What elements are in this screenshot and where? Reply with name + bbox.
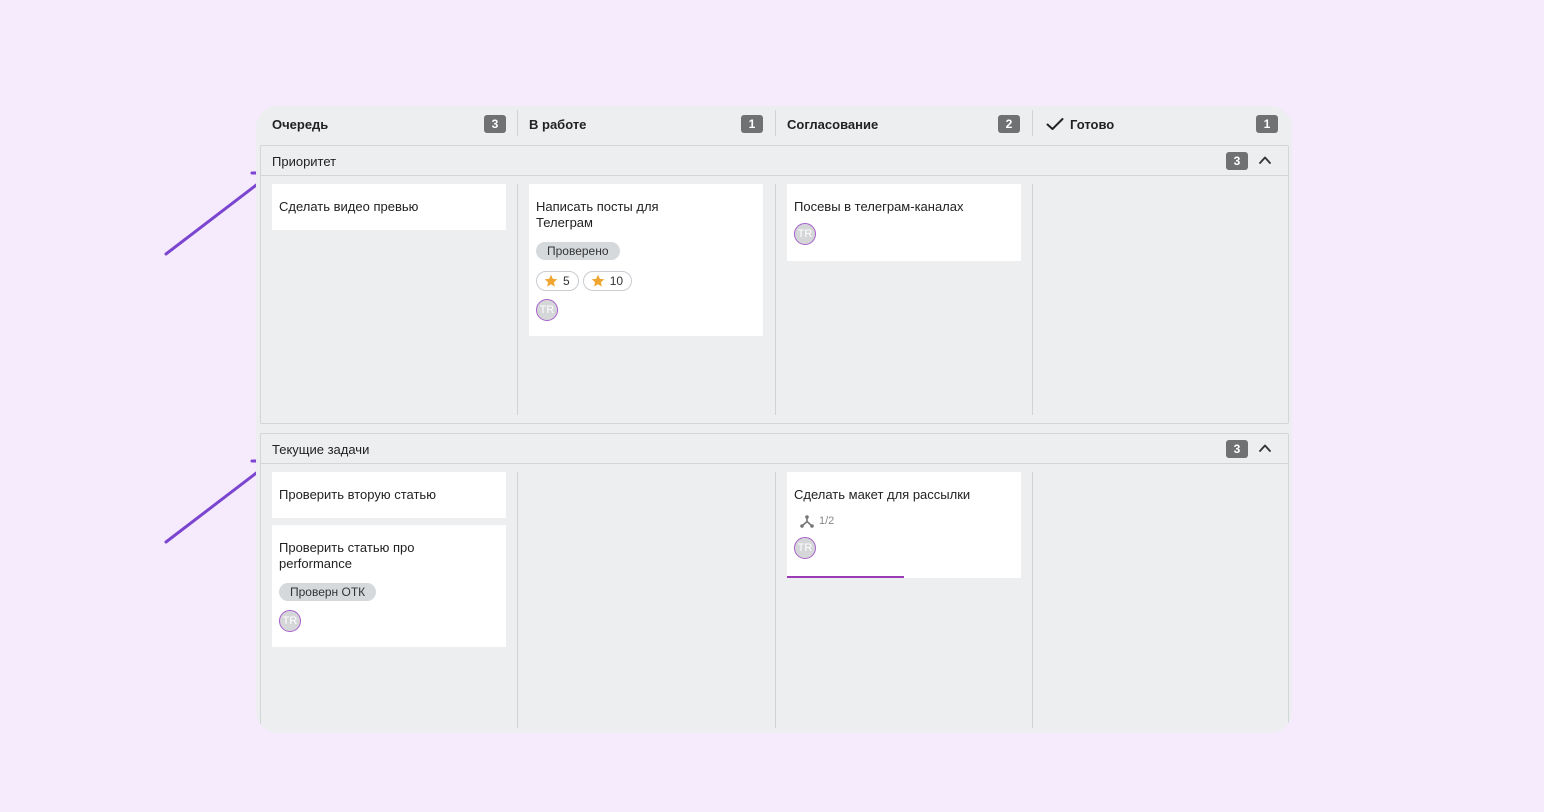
card-tag[interactable]: Проверено [536, 242, 620, 260]
column-divider [1032, 184, 1033, 415]
chevron-up-icon[interactable] [1258, 442, 1272, 454]
column-count-badge: 3 [484, 115, 506, 133]
task-card[interactable]: Проверить вторую статью [272, 472, 506, 518]
rating-value: 10 [609, 274, 624, 288]
card-title: Написать посты для Телеграм [536, 199, 659, 230]
swimlane-header[interactable]: Приоритет 3 [261, 146, 1288, 176]
task-card[interactable]: Сделать видео превью [272, 184, 506, 230]
task-card[interactable]: Проверить статью про performance Проверн… [272, 525, 506, 647]
column-divider [517, 110, 518, 136]
card-ratings: 5 10 [536, 271, 756, 291]
swimlane-title: Приоритет [272, 154, 337, 169]
rating-chip[interactable]: 5 [536, 271, 579, 291]
swimlane-current-tasks: Текущие задачи 3 Проверить вторую статью… [260, 433, 1289, 733]
check-icon [1046, 118, 1064, 130]
task-card[interactable]: Посевы в телеграм-каналах TR [787, 184, 1021, 261]
column-divider [775, 110, 776, 136]
rating-chip[interactable]: 10 [582, 271, 633, 291]
card-title: Посевы в телеграм-каналах [794, 199, 964, 214]
swimlane-count-badge: 3 [1226, 440, 1248, 458]
column-title: Согласование [787, 116, 879, 132]
column-count-badge: 1 [741, 115, 763, 133]
card-tag[interactable]: Проверн ОТК [279, 583, 377, 601]
avatar[interactable]: TR [794, 223, 816, 245]
subtasks-count: 1/2 [819, 515, 835, 527]
subtasks-indicator[interactable]: 1/2 [794, 513, 1014, 529]
swimlane-count-badge: 3 [1226, 152, 1248, 170]
card-progress-bar [787, 576, 904, 578]
column-header-review[interactable]: Согласование [787, 106, 878, 142]
swimlane-header[interactable]: Текущие задачи 3 [261, 434, 1288, 464]
column-title: В работе [529, 116, 587, 132]
column-divider [517, 184, 518, 415]
card-title: Сделать макет для рассылки [794, 487, 971, 502]
column-divider [1032, 110, 1033, 136]
task-card[interactable]: Написать посты для Телеграм Проверено 5 … [529, 184, 763, 336]
star-icon [544, 274, 558, 287]
column-header-queue[interactable]: Очередь [272, 106, 328, 142]
column-title: Готово [1070, 116, 1115, 132]
swimlane-title: Текущие задачи [272, 442, 370, 457]
avatar[interactable]: TR [536, 299, 558, 321]
subtasks-icon [800, 515, 814, 528]
column-divider [775, 472, 776, 728]
column-count-badge: 2 [998, 115, 1020, 133]
card-title: Сделать видео превью [279, 199, 419, 214]
task-card[interactable]: Сделать макет для рассылки 1/2 TR [787, 472, 1021, 578]
card-title: Проверить статью про performance [279, 540, 415, 571]
column-title: Очередь [272, 116, 329, 132]
avatar[interactable]: TR [794, 537, 816, 559]
column-header-done[interactable]: Готово [1046, 106, 1114, 142]
column-divider [1032, 472, 1033, 728]
swimlane-priority: Приоритет 3 Сделать видео превью Написат… [260, 145, 1289, 424]
column-count-badge: 1 [1256, 115, 1278, 133]
column-divider [775, 184, 776, 415]
column-headers: Очередь 3 В работе 1 Согласование 2 Гото… [256, 106, 1292, 146]
column-header-in-progress[interactable]: В работе [529, 106, 586, 142]
card-title: Проверить вторую статью [279, 487, 436, 502]
star-icon [591, 274, 604, 287]
rating-value: 5 [563, 274, 570, 288]
kanban-board: Очередь 3 В работе 1 Согласование 2 Гото… [256, 106, 1292, 733]
chevron-up-icon[interactable] [1258, 154, 1272, 166]
column-divider [517, 472, 518, 728]
avatar[interactable]: TR [279, 610, 301, 632]
